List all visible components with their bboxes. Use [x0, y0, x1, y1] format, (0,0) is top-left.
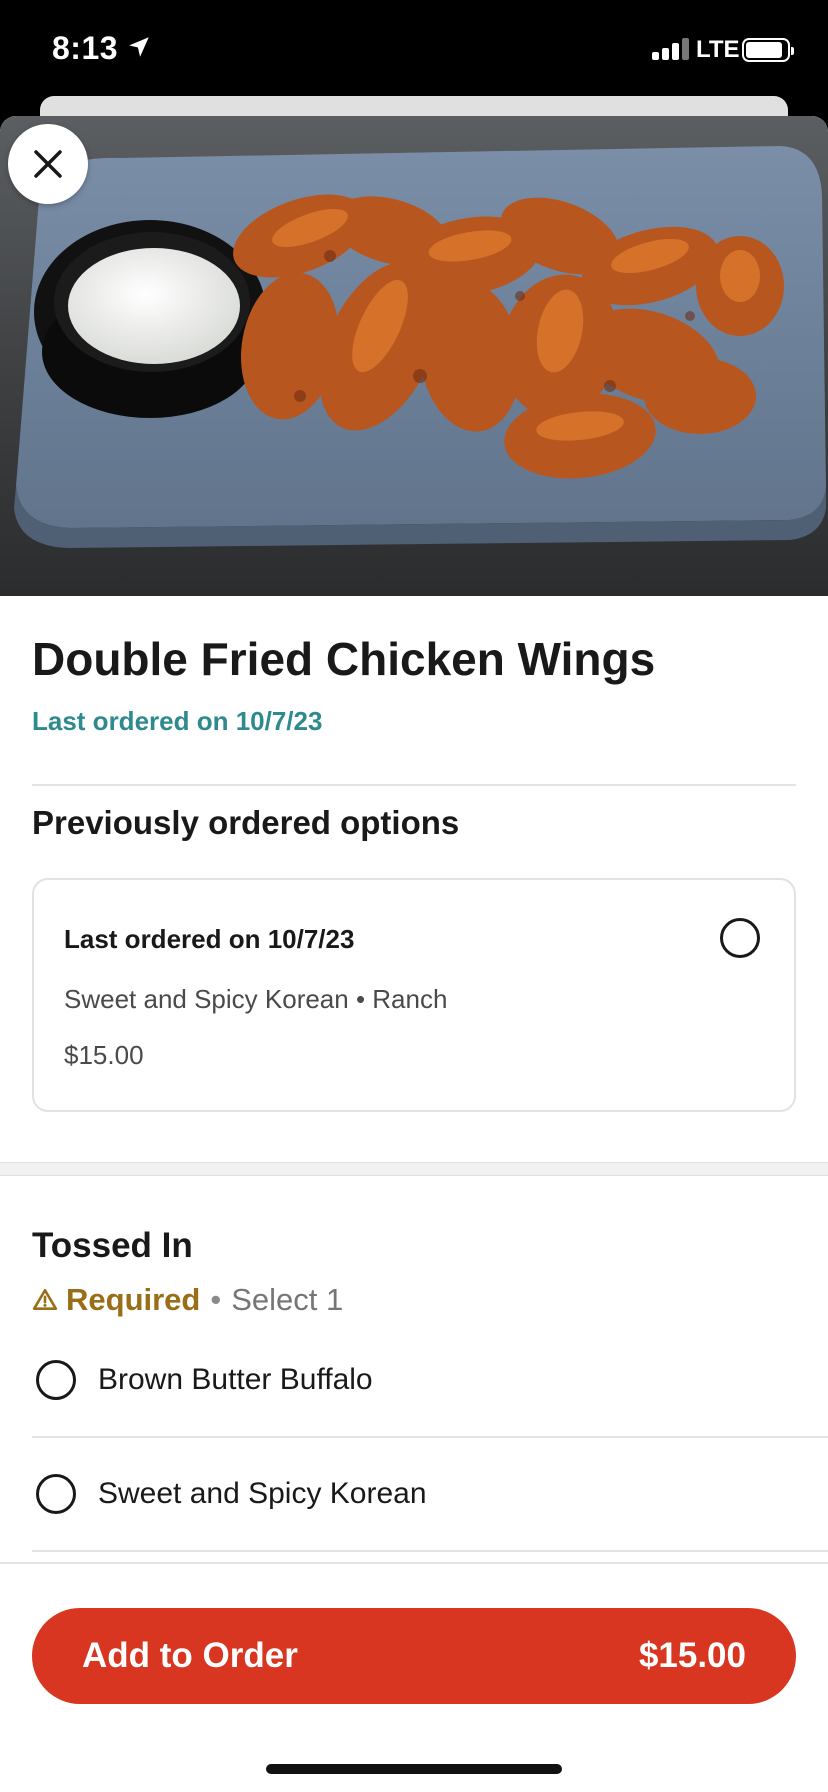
sauce-option-sweet-and-spicy-korean[interactable]: Sweet and Spicy Korean: [32, 1438, 828, 1552]
add-to-order-button[interactable]: Add to Order $15.00: [32, 1608, 796, 1704]
network-label: LTE: [696, 36, 740, 63]
add-to-order-label: Add to Order: [82, 1636, 298, 1675]
previous-order-price: $15.00: [64, 1040, 144, 1070]
previous-order-title: Last ordered on 10/7/23: [64, 924, 355, 954]
divider: [32, 784, 796, 786]
tossed-in-heading: Tossed In: [32, 1226, 193, 1265]
status-time: 8:13: [52, 30, 119, 66]
add-to-order-price: $15.00: [638, 1636, 746, 1675]
item-photo: [0, 116, 828, 596]
required-label: Required: [66, 1282, 201, 1317]
battery-icon: [742, 38, 794, 62]
select-hint: Select 1: [231, 1282, 344, 1317]
close-icon: [34, 150, 62, 178]
chicken-wings-image: [14, 146, 826, 548]
location-arrow-icon: [129, 37, 149, 57]
option-radio[interactable]: [36, 1474, 76, 1514]
requirement-row: Required • Select 1: [32, 1282, 343, 1318]
signal-icon: [652, 38, 690, 60]
option-label: Sweet and Spicy Korean: [98, 1477, 427, 1510]
screen: 8:13 LTE Double Fried Chicken Wings Last…: [0, 0, 828, 1792]
option-label: Brown Butter Buffalo: [98, 1363, 373, 1396]
close-button[interactable]: [8, 124, 88, 204]
previous-order-radio[interactable]: [720, 918, 760, 958]
warning-icon: [32, 1288, 58, 1310]
item-detail-sheet: Double Fried Chicken Wings Last ordered …: [0, 116, 828, 1792]
option-radio[interactable]: [36, 1360, 76, 1400]
last-ordered-label: Last ordered on 10/7/23: [32, 706, 323, 736]
bottom-action-bar: Add to Order $15.00: [0, 1562, 828, 1792]
section-separator: [0, 1162, 828, 1176]
previously-ordered-heading: Previously ordered options: [32, 804, 460, 841]
home-indicator[interactable]: [266, 1764, 562, 1774]
sauce-option-brown-butter-buffalo[interactable]: Brown Butter Buffalo: [32, 1324, 828, 1438]
requirement-separator: •: [210, 1282, 222, 1317]
item-title: Double Fried Chicken Wings: [32, 633, 656, 685]
previous-order-options: Sweet and Spicy Korean • Ranch: [64, 984, 448, 1014]
previous-order-option-card[interactable]: Last ordered on 10/7/23 Sweet and Spicy …: [32, 878, 796, 1112]
status-bar: 8:13 LTE: [0, 0, 828, 96]
